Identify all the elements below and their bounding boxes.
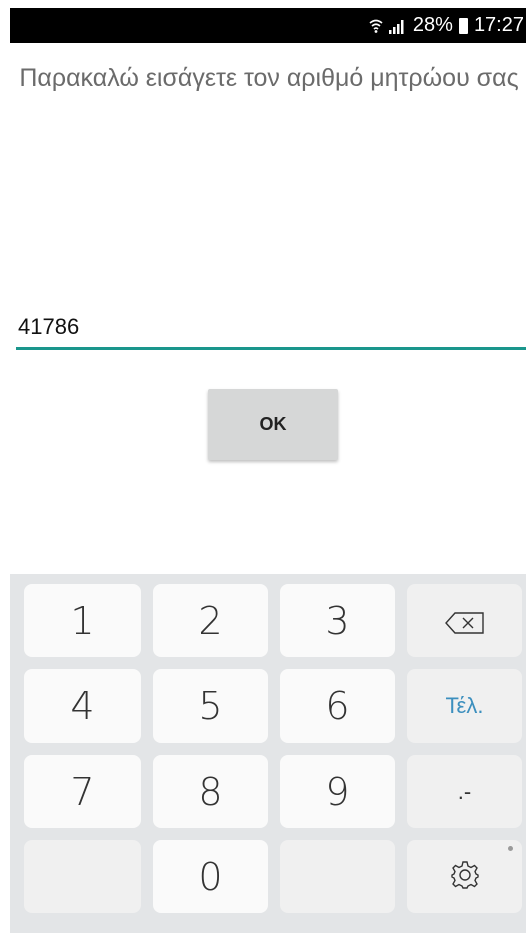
ok-button[interactable]: OK: [208, 389, 338, 460]
keyboard-settings-key[interactable]: [407, 840, 522, 913]
key-1[interactable]: 1: [24, 584, 141, 657]
status-bar: 28% 17:27: [10, 8, 526, 43]
backspace-icon: [444, 599, 485, 643]
battery-percent: 28%: [412, 14, 453, 36]
key-8[interactable]: 8: [153, 755, 268, 828]
key-5[interactable]: 5: [153, 669, 268, 743]
settings-icon: [450, 855, 480, 899]
registration-number-input[interactable]: [16, 308, 526, 346]
done-key-label: Τέλ.: [445, 693, 484, 718]
key-9[interactable]: 9: [280, 755, 395, 828]
wifi-icon: [369, 18, 383, 34]
punctuation-key[interactable]: .-: [407, 755, 522, 828]
key-6[interactable]: 6: [280, 669, 395, 743]
signal-icon: [388, 18, 407, 34]
key-2[interactable]: 2: [153, 584, 268, 657]
key-3[interactable]: 3: [280, 584, 395, 657]
blank-key-left: [24, 840, 141, 913]
done-key[interactable]: Τέλ.: [407, 669, 522, 743]
battery-icon: [458, 17, 468, 34]
punctuation-key-label: .-: [457, 778, 472, 804]
blank-key-right: [280, 840, 395, 913]
clock-time: 17:27: [473, 14, 524, 36]
key-0[interactable]: 0: [153, 840, 268, 913]
backspace-key[interactable]: [407, 584, 522, 657]
key-4[interactable]: 4: [24, 669, 141, 743]
key-7[interactable]: 7: [24, 755, 141, 828]
settings-indicator-dot: [508, 846, 513, 851]
numeric-keyboard: 1 2 3 4 5 6 Τέλ. 7 8 9 .- 0: [10, 574, 526, 933]
prompt-text: Παρακαλώ εισάγετε τον αριθμό μητρώου σας: [19, 64, 519, 92]
registration-number-field[interactable]: [16, 308, 526, 350]
